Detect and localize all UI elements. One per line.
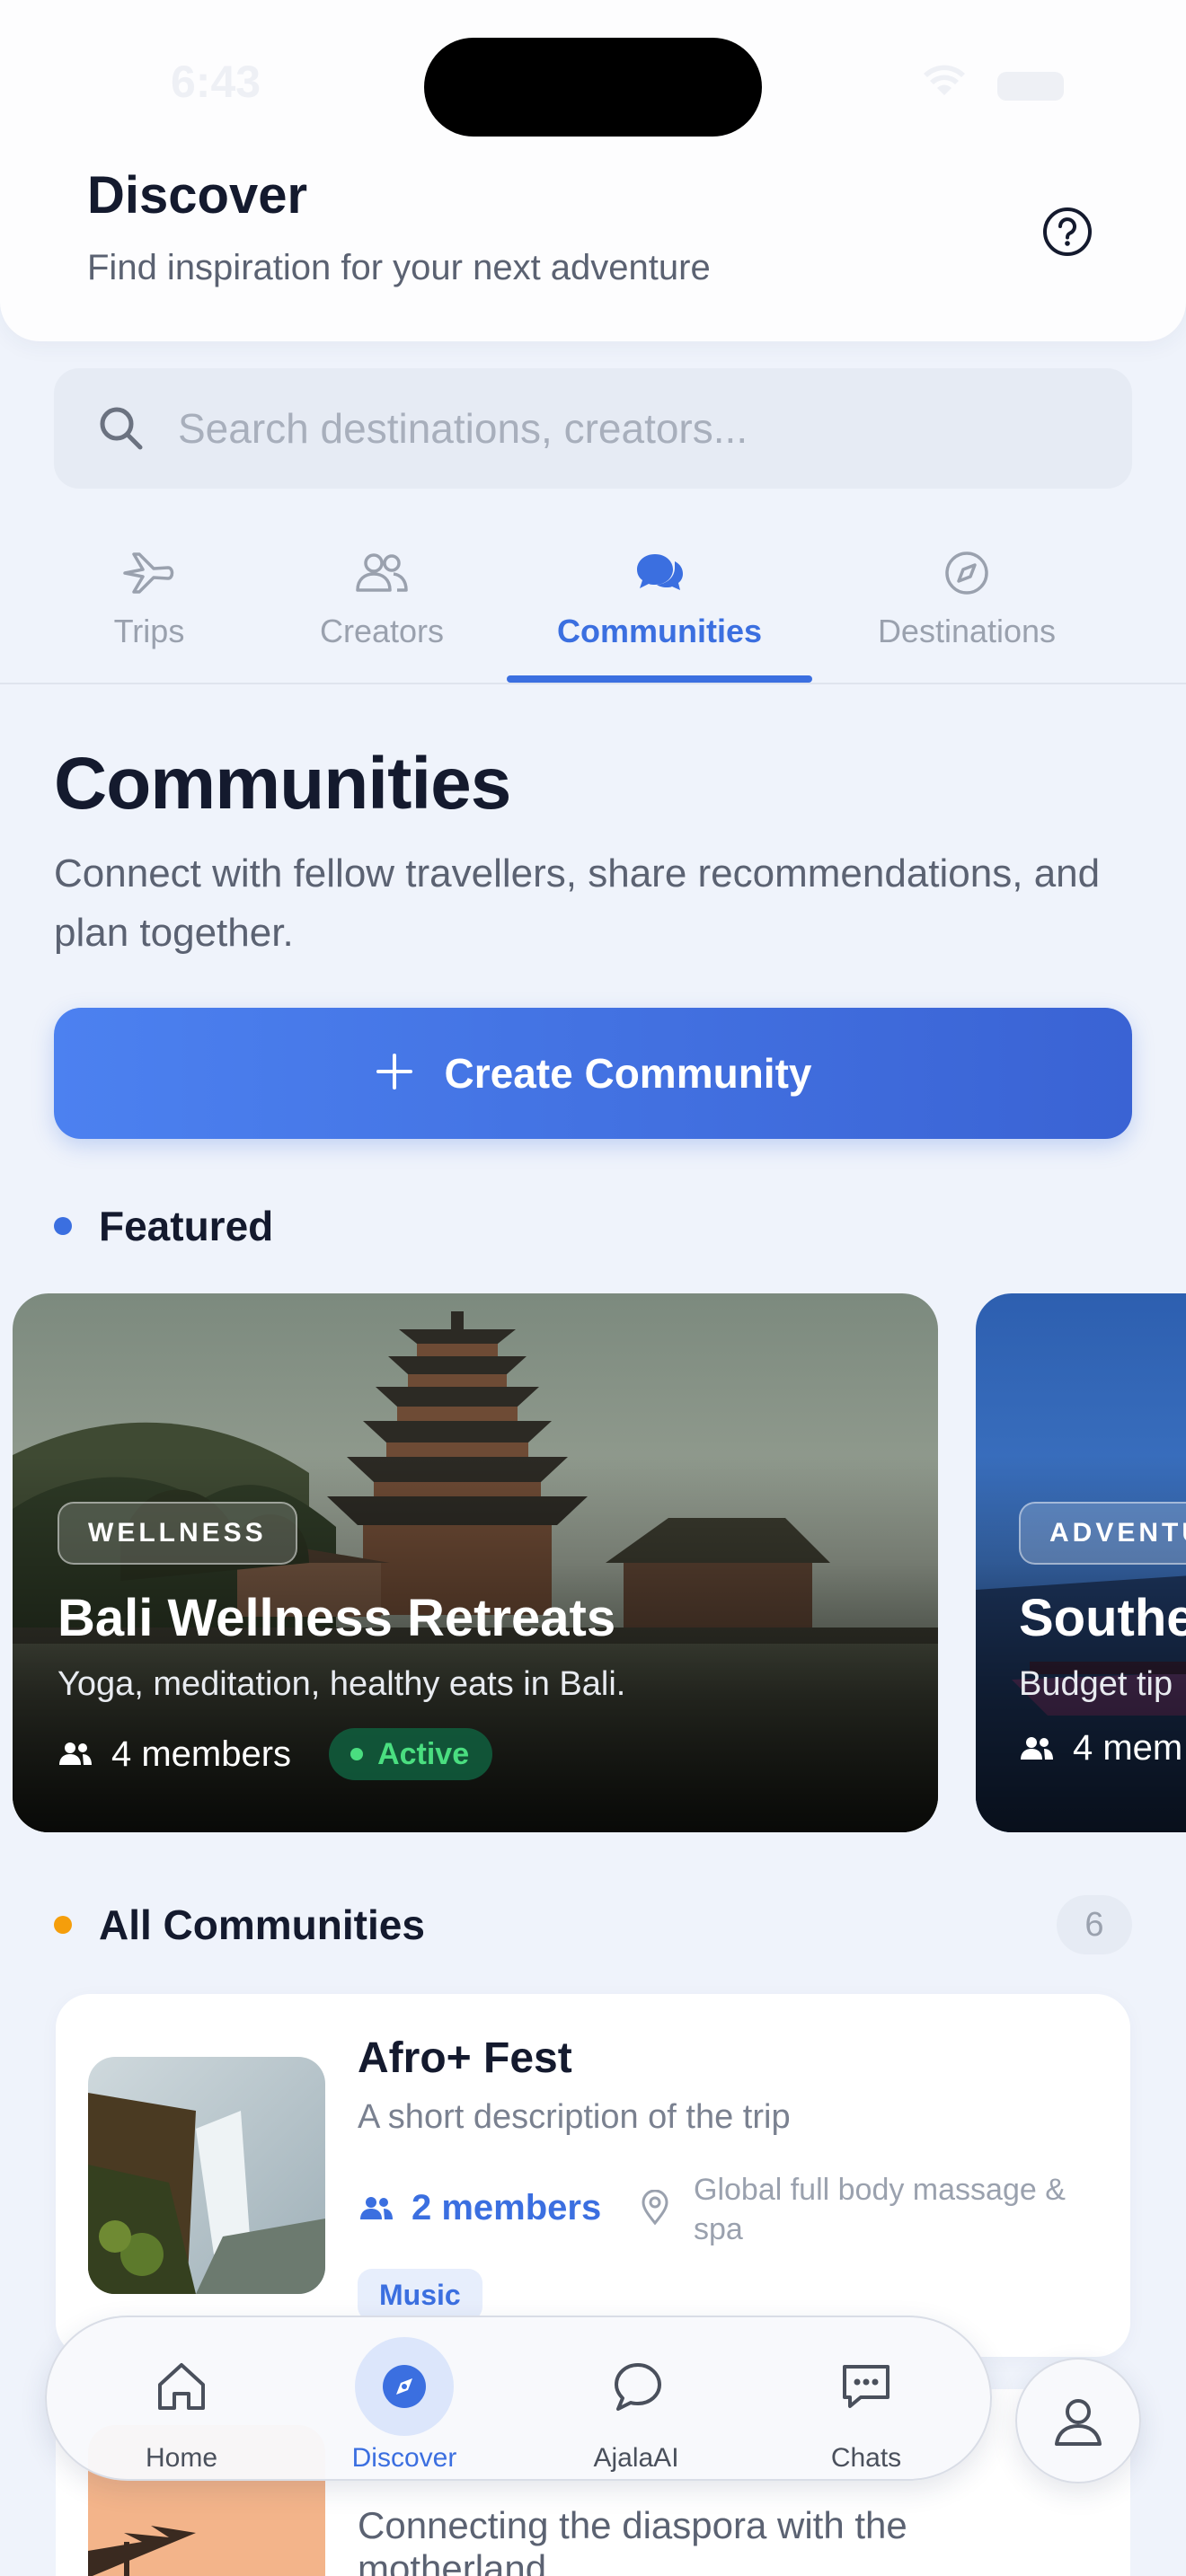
featured-card-meta: 4 members Active: [58, 1728, 493, 1780]
all-communities-heading-label: All Communities: [99, 1901, 425, 1948]
home-icon: [132, 2337, 231, 2436]
status-time: 6:43: [171, 57, 261, 107]
chat-bubble-icon: [587, 2337, 686, 2436]
search-bar[interactable]: [54, 368, 1132, 489]
tab-label: Destinations: [877, 613, 1057, 649]
community-members: 2 members: [358, 2188, 601, 2228]
featured-card-meta: 4 mem: [1019, 1728, 1182, 1769]
create-community-label: Create Community: [444, 1050, 812, 1097]
community-title: Afro+ Fest: [358, 2034, 572, 2082]
tab-communities[interactable]: Communities: [525, 521, 794, 684]
status-badge: Active: [329, 1728, 493, 1780]
featured-card-description: Yoga, meditation, healthy eats in Bali.: [58, 1665, 626, 1703]
plane-icon: [121, 546, 177, 600]
bottom-navigation: Home Discover AjalaAI Chats: [45, 2316, 992, 2481]
category-chip: ADVENTU: [1019, 1502, 1186, 1565]
profile-button[interactable]: [1015, 2358, 1141, 2483]
section-title: Communities: [54, 743, 511, 825]
member-count: 2 members: [412, 2188, 602, 2228]
page-subtitle: Find inspiration for your next adventure: [87, 248, 711, 287]
nav-label: AjalaAI: [593, 2443, 679, 2473]
community-description: Connecting the diaspora with the motherl…: [358, 2504, 907, 2576]
tab-trips[interactable]: Trips: [75, 521, 223, 684]
tab-label: Trips: [113, 613, 185, 649]
nav-chats[interactable]: Chats: [785, 2317, 947, 2483]
featured-card-description: Budget tip: [1019, 1665, 1173, 1703]
community-description: A short description of the trip: [358, 2098, 791, 2136]
featured-card-title: Bali Wellness Retreats: [58, 1589, 616, 1647]
location-pin-icon: [640, 2189, 670, 2230]
member-count: 4 mem: [1073, 1728, 1183, 1768]
plus-icon: [375, 1046, 414, 1100]
community-count-badge: 6: [1057, 1895, 1132, 1954]
compass-icon: [355, 2337, 454, 2436]
all-communities-heading: All Communities: [54, 1901, 425, 1949]
help-button[interactable]: [1039, 203, 1096, 260]
tab-label: Creators: [319, 613, 445, 649]
bullet-dot: [54, 1916, 72, 1934]
chat-bubbles-icon: [632, 546, 687, 600]
featured-heading: Featured: [54, 1202, 273, 1250]
nav-label: Chats: [830, 2443, 902, 2473]
question-circle-icon: [1043, 207, 1092, 256]
section-description: Connect with fellow travellers, share re…: [54, 851, 1101, 955]
users-icon: [58, 1740, 93, 1769]
category-chip: WELLNESS: [58, 1502, 297, 1565]
featured-heading-label: Featured: [99, 1203, 274, 1249]
bullet-dot: [54, 1217, 72, 1235]
page-title: Discover: [87, 166, 308, 225]
nav-ajala-ai[interactable]: AjalaAI: [555, 2317, 717, 2483]
users-icon: [358, 2194, 395, 2223]
community-thumbnail: [88, 2057, 325, 2294]
dynamic-island: [424, 38, 762, 137]
search-icon: [97, 401, 151, 455]
nav-label: Discover: [351, 2443, 457, 2473]
compass-icon: [943, 546, 991, 600]
nav-discover[interactable]: Discover: [323, 2317, 485, 2483]
wifi-icon: [922, 63, 967, 108]
create-community-button[interactable]: Create Community: [54, 1008, 1132, 1139]
tab-label: Communities: [556, 613, 763, 649]
featured-card-southeast[interactable]: ADVENTU Southe Budget tip 4 mem: [976, 1293, 1186, 1832]
nav-label: Home: [145, 2443, 218, 2473]
waterfall-image: [88, 2057, 325, 2294]
community-card-afro-fest[interactable]: Afro+ Fest A short description of the tr…: [56, 1994, 1130, 2357]
search-input[interactable]: [178, 404, 1076, 453]
battery-icon: [997, 72, 1064, 101]
users-icon: [354, 546, 410, 600]
community-tag: Music: [358, 2269, 482, 2321]
user-icon: [1055, 2399, 1102, 2446]
featured-card-bali[interactable]: WELLNESS Bali Wellness Retreats Yoga, me…: [13, 1293, 938, 1832]
category-tabs: Trips Creators Communities Destinations: [0, 521, 1186, 684]
nav-home[interactable]: Home: [101, 2317, 262, 2483]
community-location: Global full body massage & spa: [694, 2173, 1066, 2246]
featured-card-title: Southe: [1019, 1589, 1186, 1647]
active-tab-indicator: [507, 675, 812, 683]
status-label: Active: [377, 1736, 470, 1771]
message-dots-icon: [817, 2337, 916, 2436]
tab-creators[interactable]: Creators: [300, 521, 464, 684]
member-count: 4 members: [111, 1734, 292, 1774]
tab-destinations[interactable]: Destinations: [861, 521, 1073, 684]
users-icon: [1019, 1734, 1055, 1763]
status-dot: [350, 1748, 364, 1760]
